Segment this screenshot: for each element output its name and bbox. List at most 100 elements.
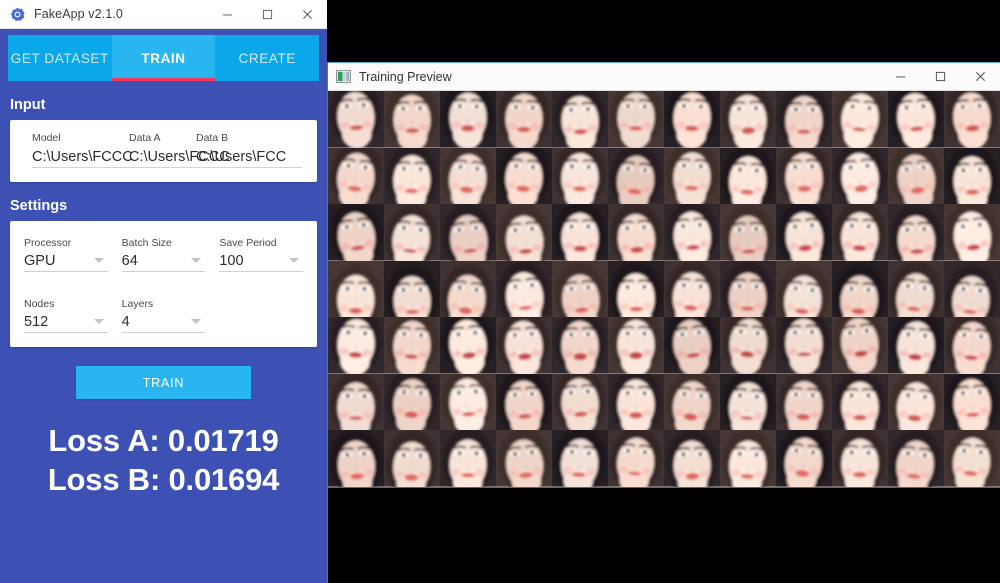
face-thumbnail [776, 317, 832, 374]
face-thumbnail [944, 260, 1000, 318]
nodes-select[interactable]: Nodes 512 [24, 298, 108, 333]
input-fields-row: Model C:\Users\FCCC Data A C:\Users\FCCC… [24, 132, 303, 172]
face-thumbnail [384, 147, 440, 205]
face-thumbnail [888, 430, 944, 487]
settings-section-heading: Settings [10, 198, 68, 214]
input-card: Model C:\Users\FCCC Data A C:\Users\FCCC… [10, 120, 317, 182]
face-thumbnail [328, 147, 384, 205]
nodes-label: Nodes [24, 298, 55, 310]
save-period-select[interactable]: Save Period 100 [219, 237, 304, 272]
tab-get-dataset-label: GET DATASET [10, 50, 109, 66]
gear-icon [10, 7, 25, 22]
layers-select[interactable]: Layers 4 [121, 298, 206, 333]
face-thumbnail [496, 260, 552, 318]
face-thumbnail [384, 204, 440, 261]
fakeapp-maximize-button[interactable] [247, 0, 287, 28]
face-thumbnail [664, 373, 720, 431]
face-thumbnail [720, 147, 776, 205]
tab-create-label: CREATE [238, 50, 296, 66]
face-thumbnail [328, 317, 384, 374]
face-thumbnail [608, 147, 664, 205]
face-thumbnail [552, 147, 608, 205]
preview-maximize-button[interactable] [920, 63, 960, 90]
loss-display: Loss A: 0.01719 Loss B: 0.01694 [0, 421, 327, 500]
main-tabs: GET DATASET TRAIN CREATE [8, 35, 320, 81]
face-thumbnail [552, 317, 608, 374]
face-thumbnail [776, 260, 832, 318]
screen: Training Preview FakeApp v2.1.0 GET DATA… [0, 0, 1000, 583]
face-thumbnail [608, 317, 664, 374]
layers-label: Layers [121, 298, 154, 310]
image-preview-icon [336, 69, 351, 84]
fakeapp-title: FakeApp v2.1.0 [34, 7, 123, 21]
face-thumbnail [720, 260, 776, 318]
preview-close-button[interactable] [960, 63, 1000, 90]
face-thumbnail [776, 147, 832, 205]
training-preview-window: Training Preview [327, 62, 1000, 583]
face-thumbnail [720, 373, 776, 431]
face-thumbnail [944, 430, 1000, 487]
face-thumbnail [496, 204, 552, 261]
face-thumbnail [720, 204, 776, 261]
face-thumbnail [664, 204, 720, 261]
tab-create[interactable]: CREATE [215, 35, 320, 81]
face-thumbnail [608, 260, 664, 318]
face-thumbnail [832, 317, 888, 374]
fakeapp-minimize-button[interactable] [207, 0, 247, 28]
face-thumbnail [776, 373, 832, 431]
face-thumbnail [944, 204, 1000, 261]
face-thumbnail [664, 91, 720, 148]
face-thumbnail [384, 317, 440, 374]
face-thumbnail [440, 91, 496, 148]
face-thumbnail [944, 373, 1000, 431]
face-thumbnail [720, 91, 776, 148]
preview-title: Training Preview [359, 69, 452, 84]
face-thumbnail [664, 260, 720, 318]
face-thumbnail [944, 317, 1000, 374]
face-thumbnail [888, 204, 944, 261]
face-thumbnail [776, 91, 832, 148]
face-thumbnail [384, 260, 440, 318]
face-thumbnail [440, 260, 496, 318]
face-thumbnail [608, 430, 664, 487]
tab-train[interactable]: TRAIN [111, 35, 216, 81]
batch-size-select[interactable]: Batch Size 64 [121, 237, 206, 272]
preview-minimize-button[interactable] [880, 63, 920, 90]
face-thumbnail [328, 260, 384, 318]
chevron-down-icon [93, 319, 104, 324]
face-thumbnail [496, 91, 552, 148]
data-b-field-label: Data B [196, 132, 229, 144]
data-b-field[interactable]: Data B C:\Users\FCC [196, 132, 302, 168]
settings-row-1: Processor GPU Batch Size 64 Save Period … [24, 237, 304, 272]
face-thumbnail [888, 147, 944, 205]
face-thumbnail [720, 430, 776, 487]
batch-size-label: Batch Size [121, 237, 172, 249]
face-thumbnail [832, 260, 888, 318]
face-thumbnail [384, 373, 440, 431]
input-section-heading: Input [10, 97, 46, 113]
face-thumbnail [328, 204, 384, 261]
loss-b-value: Loss B: 0.01694 [47, 462, 280, 498]
face-thumbnail [664, 430, 720, 487]
face-thumbnail [888, 260, 944, 318]
face-thumbnail [944, 91, 1000, 148]
face-thumbnail [832, 91, 888, 148]
preview-titlebar[interactable]: Training Preview [328, 63, 1000, 91]
chevron-down-icon [289, 258, 300, 263]
face-thumbnail [440, 373, 496, 431]
face-thumbnail [552, 373, 608, 431]
data-b-field-value: C:\Users\FCC [196, 149, 287, 165]
tab-get-dataset[interactable]: GET DATASET [8, 35, 112, 81]
fakeapp-close-button[interactable] [287, 0, 327, 28]
face-thumbnail [328, 373, 384, 431]
fakeapp-titlebar[interactable]: FakeApp v2.1.0 [0, 0, 327, 29]
tab-train-label: TRAIN [141, 50, 186, 66]
chevron-down-icon [191, 258, 202, 263]
face-thumbnail [328, 91, 384, 148]
processor-select[interactable]: Processor GPU [24, 237, 108, 272]
preview-canvas [328, 91, 1000, 583]
face-thumbnail [832, 204, 888, 261]
train-button[interactable]: TRAIN [76, 366, 251, 399]
face-thumbnail [664, 317, 720, 374]
face-thumbnail [496, 317, 552, 374]
